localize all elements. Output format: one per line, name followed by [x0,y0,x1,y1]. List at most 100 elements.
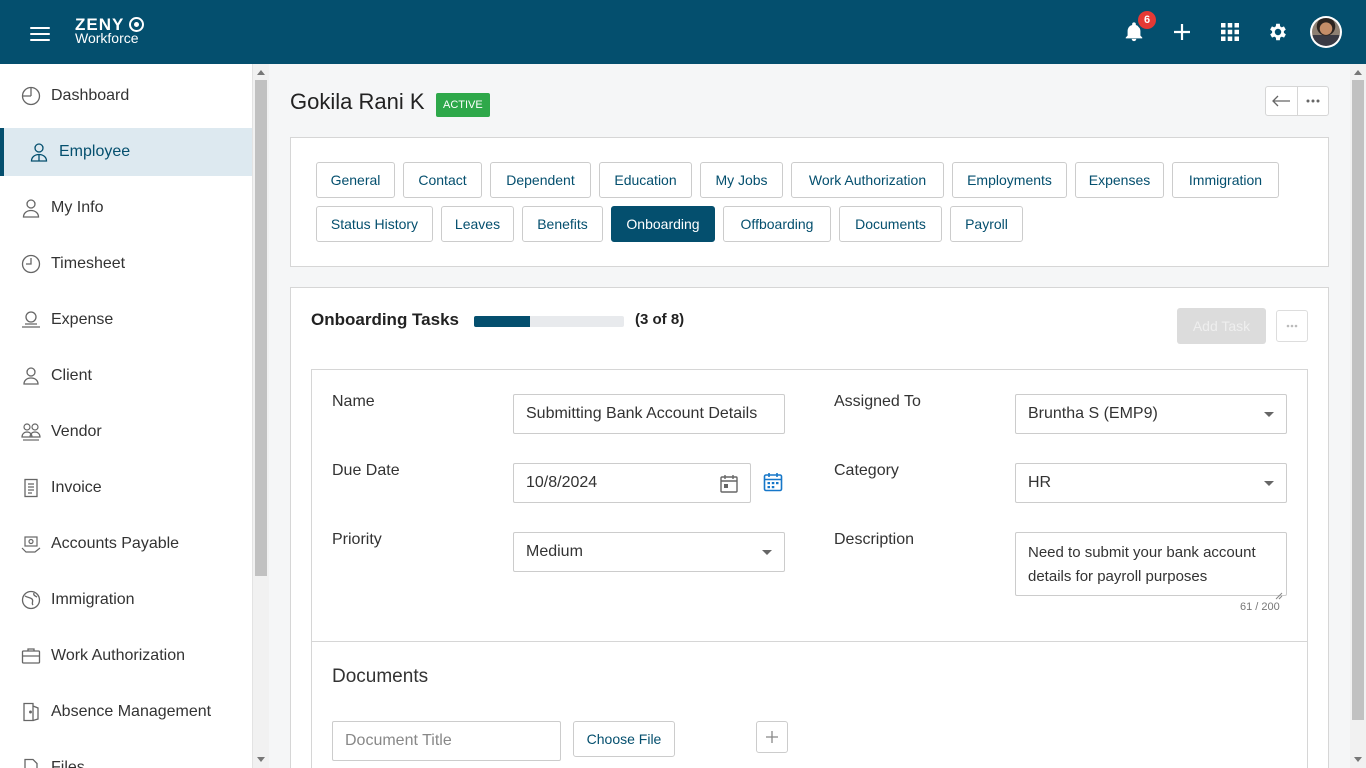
sidebar-item-label: Dashboard [51,87,130,104]
resize-handle-icon[interactable] [1275,584,1283,600]
sidebar-item-absence-management[interactable]: Absence Management [0,688,252,736]
document-title-input[interactable]: Document Title [332,721,561,761]
priority-value: Medium [526,543,583,560]
tab-onboarding[interactable]: Onboarding [611,206,715,242]
sidebar-item-accounts-payable[interactable]: Accounts Payable [0,520,252,568]
sidebar-item-label: Invoice [51,479,102,496]
tab-immigration[interactable]: Immigration [1172,162,1279,198]
category-label: Category [834,462,899,479]
sidebar-item-invoice[interactable]: Invoice [0,464,252,512]
sidebar-item-label: Accounts Payable [51,535,180,552]
dashboard-icon [20,85,42,107]
top-bar: ZENY Workforce 6 [0,0,1366,64]
scrollbar-thumb[interactable] [1352,80,1364,720]
due-date-value: 10/8/2024 [526,474,598,491]
sidebar-item-timesheet[interactable]: Timesheet [0,240,252,288]
sidebar-item-label: Vendor [51,423,102,440]
tab-payroll[interactable]: Payroll [950,206,1023,242]
tab-benefits[interactable]: Benefits [522,206,603,242]
assigned-to-value: Bruntha S (EMP9) [1028,405,1158,422]
scroll-up-arrow-icon[interactable] [1354,70,1362,75]
scroll-down-arrow-icon[interactable] [257,757,265,762]
documents-title: Documents [332,666,429,687]
gear-icon[interactable] [1262,16,1294,48]
add-document-plus-icon[interactable] [756,721,788,753]
description-textarea[interactable]: Need to submit your bank account details… [1015,532,1287,600]
client-icon [20,365,42,387]
door-icon [20,701,42,723]
briefcase-icon [20,645,42,667]
vendor-icon [20,421,42,443]
invoice-icon [20,477,42,499]
due-date-label: Due Date [332,462,400,479]
sidebar-item-label: Timesheet [51,255,126,272]
choose-file-button[interactable]: Choose File [573,721,675,757]
notification-badge: 6 [1136,9,1158,31]
sidebar-scrollbar[interactable] [253,64,269,768]
apps-grid-icon[interactable] [1214,16,1246,48]
sidebar-item-label: Employee [59,143,131,160]
priority-select[interactable]: Medium [513,532,785,572]
divider [312,641,1307,642]
file-icon [20,757,42,768]
clock-icon [20,253,42,275]
tab-contact[interactable]: Contact [403,162,482,198]
sidebar-item-immigration[interactable]: Immigration [0,576,252,624]
sidebar-item-files[interactable]: Files [0,744,252,768]
tab-dependent[interactable]: Dependent [490,162,591,198]
sidebar-item-vendor[interactable]: Vendor [0,408,252,456]
tab-my-jobs[interactable]: My Jobs [700,162,783,198]
due-date-input[interactable]: 10/8/2024 [513,463,751,503]
tab-offboarding[interactable]: Offboarding [723,206,831,242]
logo[interactable]: ZENY Workforce [75,16,155,48]
onboarding-title: Onboarding Tasks [311,310,459,329]
add-task-button[interactable]: Add Task [1177,308,1266,344]
category-select[interactable]: HR [1015,463,1287,503]
character-counter: 61 / 200 [1240,601,1280,613]
scrollbar-thumb[interactable] [255,80,267,576]
tab-employments[interactable]: Employments [952,162,1067,198]
tab-expenses[interactable]: Expenses [1075,162,1164,198]
page-scrollbar[interactable] [1350,64,1366,768]
logo-subtitle: Workforce [75,30,139,46]
tab-work-authorization[interactable]: Work Authorization [791,162,944,198]
calendar-input-icon[interactable] [720,474,738,498]
description-value: Need to submit your bank account details… [1028,544,1256,585]
more-options-icon[interactable] [1276,310,1308,342]
sidebar-item-my-info[interactable]: My Info [0,184,252,232]
sidebar-item-label: Work Authorization [51,647,185,664]
status-badge: ACTIVE [436,93,490,117]
menu-icon[interactable] [26,22,54,44]
my-info-icon [20,197,42,219]
sidebar-item-work-authorization[interactable]: Work Authorization [0,632,252,680]
sidebar-item-label: Client [51,367,92,384]
sidebar-item-label: Expense [51,311,114,328]
more-options-icon[interactable] [1296,87,1328,115]
tab-education[interactable]: Education [599,162,692,198]
description-label: Description [834,531,915,548]
scroll-up-arrow-icon[interactable] [257,70,265,75]
calendar-picker-icon[interactable] [763,472,785,494]
sidebar: Dashboard Employee My Info Timesheet Exp… [0,64,253,768]
sidebar-item-dashboard[interactable]: Dashboard [0,72,252,120]
name-label: Name [332,393,375,410]
tab-status-history[interactable]: Status History [316,206,433,242]
sidebar-item-expense[interactable]: Expense [0,296,252,344]
scroll-down-arrow-icon[interactable] [1354,757,1362,762]
assigned-to-select[interactable]: Bruntha S (EMP9) [1015,394,1287,434]
progress-fill [474,316,531,327]
category-value: HR [1028,474,1052,491]
tabs-card [290,137,1329,267]
plus-icon[interactable] [1166,16,1198,48]
page-title: Gokila Rani K [290,89,425,114]
avatar[interactable] [1310,16,1342,48]
chevron-down-icon [1264,412,1274,417]
expense-icon [20,309,42,331]
tab-general[interactable]: General [316,162,395,198]
tab-leaves[interactable]: Leaves [441,206,514,242]
sidebar-item-employee[interactable]: Employee [0,128,252,176]
back-arrow-icon[interactable] [1266,87,1297,115]
tab-documents[interactable]: Documents [839,206,942,242]
task-name-input[interactable]: Submitting Bank Account Details [513,394,785,434]
sidebar-item-client[interactable]: Client [0,352,252,400]
